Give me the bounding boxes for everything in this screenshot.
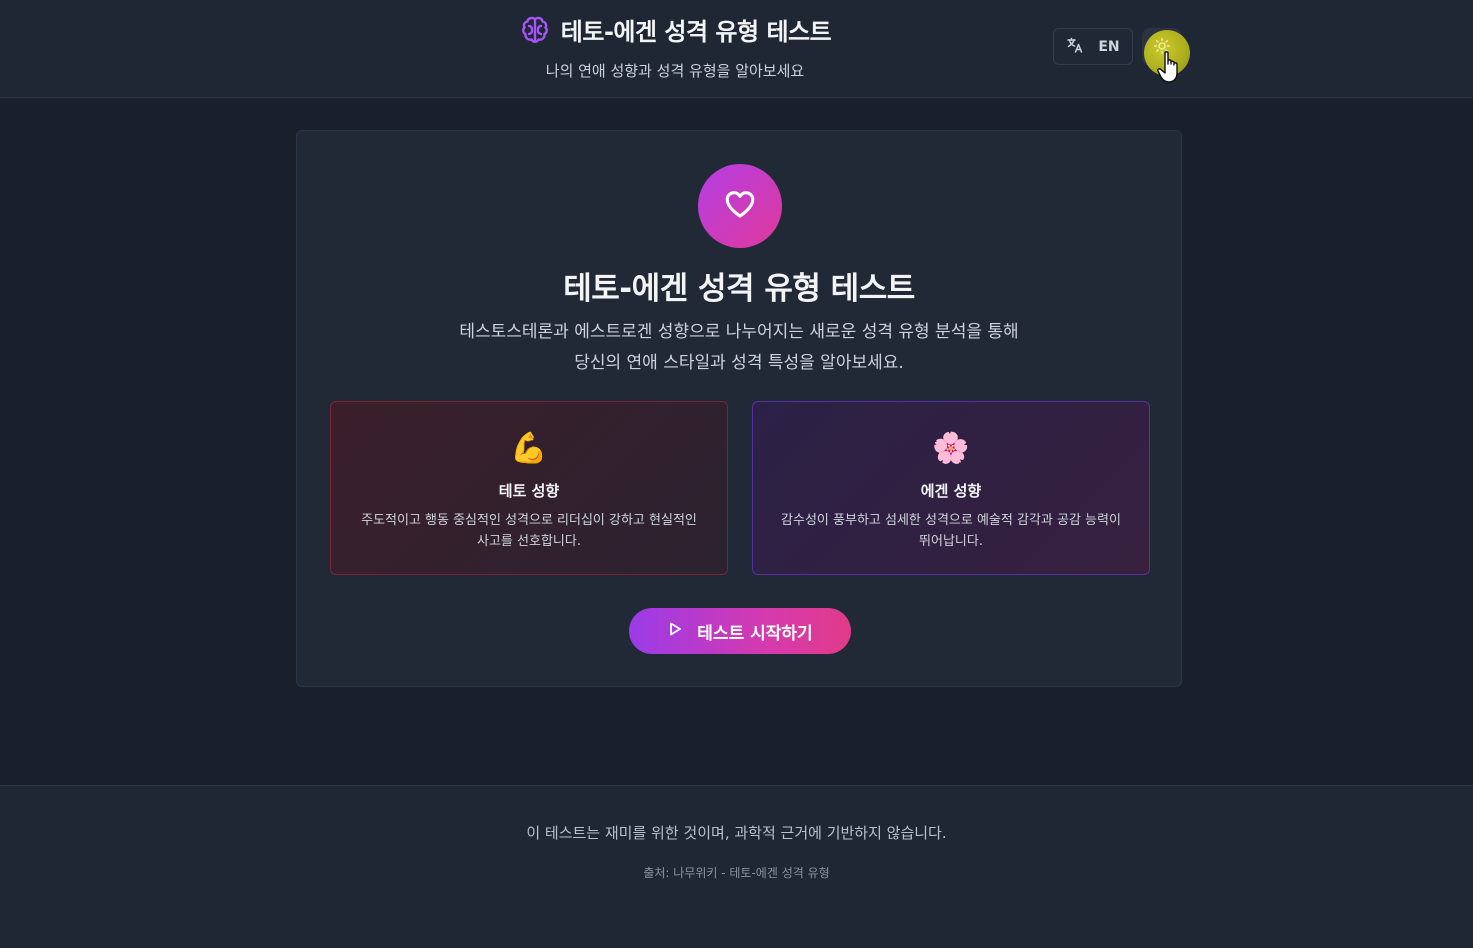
disclaimer-text: 이 테스트는 재미를 위한 것이며, 과학적 근거에 기반하지 않습니다. (526, 824, 947, 842)
language-toggle-button[interactable]: EN (1053, 28, 1133, 65)
start-button-label: 테스트 시작하기 (697, 623, 813, 644)
hero-badge (698, 164, 782, 248)
start-test-button[interactable]: 테스트 시작하기 (629, 608, 851, 654)
app-footer: 이 테스트는 재미를 위한 것이며, 과학적 근거에 기반하지 않습니다. 출처… (0, 785, 1473, 948)
type-name: 에겐 성향 (920, 482, 982, 500)
teto-type-card: 💪 테토 성향 주도적이고 행동 중심적인 성격으로 리더십이 강하고 현실적인… (330, 401, 728, 575)
app-header: 테토-에겐 성격 유형 테스트 나의 연애 성향과 성격 유형을 알아보세요 E… (0, 0, 1473, 98)
flexed-biceps-icon: 💪 (510, 431, 548, 466)
description-line: 당신의 연애 스타일과 성격 특성을 알아보세요. (574, 353, 904, 373)
translate-icon (1066, 36, 1084, 58)
egen-type-card: 🌸 에겐 성향 감수성이 풍부하고 섬세한 성격으로 예술적 감각과 공감 능력… (752, 401, 1150, 575)
description-line: 테스토스테론과 에스트로겐 성향으로 나누어지는 새로운 성격 유형 분석을 통… (459, 322, 1019, 342)
type-name: 테토 성향 (498, 482, 560, 500)
cherry-blossom-icon: 🌸 (932, 431, 970, 466)
card-description: 테스토스테론과 에스트로겐 성향으로 나누어지는 새로운 성격 유형 분석을 통… (297, 317, 1181, 379)
brain-icon (519, 14, 551, 46)
hand-cursor-icon (1156, 50, 1184, 86)
type-description: 주도적이고 행동 중심적인 성격으로 리더십이 강하고 현실적인 사고를 선호합… (361, 513, 697, 549)
heart-icon (723, 187, 757, 225)
play-icon (667, 621, 683, 642)
app-title: 테토-에겐 성격 유형 테스트 (560, 18, 832, 46)
card-title: 테토-에겐 성격 유형 테스트 (563, 271, 915, 307)
language-label: EN (1098, 38, 1120, 55)
intro-card: 테토-에겐 성격 유형 테스트 테스토스테론과 에스트로겐 성향으로 나누어지는… (296, 130, 1182, 687)
type-description: 감수성이 풍부하고 섬세한 성격으로 예술적 감각과 공감 능력이 뛰어납니다. (781, 513, 1121, 549)
source-text: 출처: 나무위키 - 테토-에겐 성격 유형 (643, 866, 830, 880)
